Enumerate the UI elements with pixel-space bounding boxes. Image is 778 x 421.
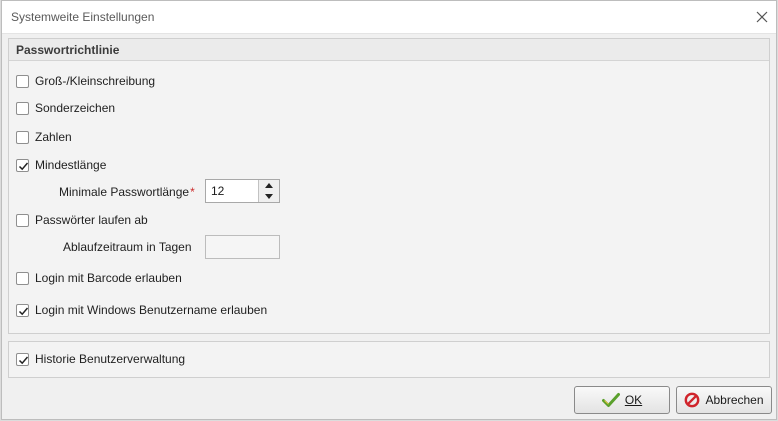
stepper-buttons xyxy=(258,180,279,202)
checkbox-min-length[interactable] xyxy=(16,158,29,172)
cancel-button[interactable]: Abbrechen xyxy=(676,386,772,414)
option-case-sensitivity[interactable]: Groß-/Kleinschreibung xyxy=(16,73,155,89)
option-min-length-label: Mindestlänge xyxy=(35,158,107,172)
ok-button-label: OK xyxy=(624,393,643,407)
password-policy-header: Passwortrichtlinie xyxy=(9,39,769,61)
checkbox-password-expiry[interactable] xyxy=(16,213,29,227)
close-button[interactable] xyxy=(750,6,774,28)
option-numbers[interactable]: Zahlen xyxy=(16,129,72,145)
option-password-expiry[interactable]: Passwörter laufen ab xyxy=(16,212,148,228)
option-min-length[interactable]: Mindestlänge xyxy=(16,157,106,173)
title-bar: Systemweite Einstellungen xyxy=(2,1,776,34)
min-password-length-value[interactable]: 12 xyxy=(211,184,224,198)
min-password-length-label: Minimale Passwortlänge* xyxy=(59,185,195,199)
checkmark-icon xyxy=(18,307,29,315)
option-special-characters-label: Sonderzeichen xyxy=(35,101,116,115)
option-windows-login-label: Login mit Windows Benutzername erlauben xyxy=(35,303,268,317)
close-icon xyxy=(756,11,768,23)
option-barcode-login[interactable]: Login mit Barcode erlauben xyxy=(16,270,182,286)
checkbox-case-sensitivity[interactable] xyxy=(16,74,29,88)
checkbox-user-admin-history[interactable] xyxy=(16,352,29,366)
option-numbers-label: Zahlen xyxy=(35,130,72,144)
caret-down-icon xyxy=(265,194,273,199)
required-marker: * xyxy=(190,185,195,199)
min-password-length-stepper[interactable]: 12 xyxy=(205,179,280,203)
option-password-expiry-label: Passwörter laufen ab xyxy=(35,213,148,227)
checkbox-special-characters[interactable] xyxy=(16,101,29,115)
option-case-sensitivity-label: Groß-/Kleinschreibung xyxy=(35,74,156,88)
checkmark-icon xyxy=(18,356,29,364)
checkbox-windows-login[interactable] xyxy=(16,303,29,317)
option-barcode-login-label: Login mit Barcode erlauben xyxy=(35,271,182,285)
checkmark-icon xyxy=(18,162,29,170)
prohibited-icon xyxy=(685,392,700,408)
ok-button[interactable]: OK xyxy=(574,386,670,414)
option-special-characters[interactable]: Sonderzeichen xyxy=(16,100,115,116)
checkbox-numbers[interactable] xyxy=(16,130,29,144)
option-user-admin-history-label: Historie Benutzerverwaltung xyxy=(35,352,186,366)
stepper-down-button[interactable] xyxy=(259,191,279,202)
checkbox-barcode-login[interactable] xyxy=(16,271,29,285)
cancel-button-label: Abbrechen xyxy=(705,393,764,407)
expiry-days-input[interactable] xyxy=(205,235,280,259)
dialog-title: Systemweite Einstellungen xyxy=(11,10,155,24)
check-icon xyxy=(601,393,620,407)
expiry-days-label: Ablaufzeitraum in Tagen xyxy=(63,240,192,254)
option-user-admin-history[interactable]: Historie Benutzerverwaltung xyxy=(16,351,185,367)
option-windows-login[interactable]: Login mit Windows Benutzername erlauben xyxy=(16,302,267,318)
min-password-length-text: Minimale Passwortlänge xyxy=(59,185,190,199)
settings-dialog: Systemweite Einstellungen Passwortrichtl… xyxy=(1,0,777,420)
caret-up-icon xyxy=(265,183,273,188)
